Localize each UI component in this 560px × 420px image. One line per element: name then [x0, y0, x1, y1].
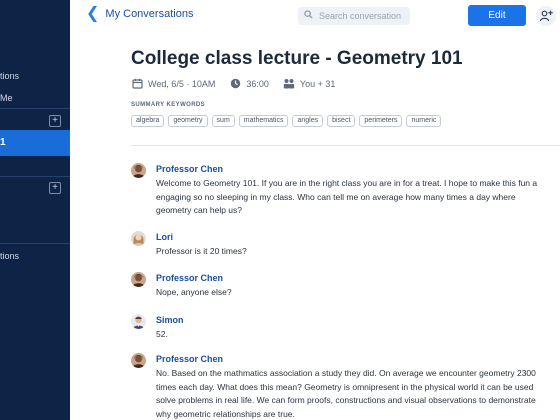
sidebar-divider: [0, 243, 70, 244]
keyword-chip[interactable]: mathematics: [238, 115, 289, 127]
sidebar-item-label: tions: [0, 71, 20, 81]
keyword-chip[interactable]: geometry: [168, 115, 208, 127]
chevron-left-icon: ❮: [86, 5, 100, 22]
speaker-name: Professor Chen: [156, 354, 224, 364]
clock-icon: [229, 78, 241, 90]
keyword-chip[interactable]: angles: [292, 115, 324, 127]
app-window: tions Me + 1 + tions ❮ My Conversations …: [0, 0, 560, 420]
speaker-name: Professor Chen: [156, 164, 224, 174]
sidebar-divider: [0, 108, 70, 109]
message-text[interactable]: Nope, anyone else?: [156, 286, 560, 300]
page-title: College class lecture - Geometry 101: [131, 48, 463, 69]
date-info: Wed, 6/5 · 10AM: [131, 78, 215, 90]
back-label: My Conversations: [105, 8, 194, 20]
edit-button[interactable]: Edit: [468, 5, 526, 26]
message-line: Welcome to Geometry 101. If you are in t…: [156, 178, 538, 188]
message-line: solve problems in real life. We can form…: [156, 395, 536, 405]
message-line: Nope, anyone else?: [156, 287, 232, 297]
message-line: engaging so no sleeping in my class. Who…: [156, 191, 516, 202]
conversation-meta: Wed, 6/5 · 10AM 36:00 You + 31: [131, 78, 349, 90]
back-link[interactable]: ❮ My Conversations: [86, 5, 194, 22]
calendar-icon: [131, 78, 143, 90]
sidebar-divider: [0, 176, 70, 177]
keyword-chips: algebra geometry sum mathematics angles …: [131, 115, 445, 127]
top-bar: ❮ My Conversations Search conversation E…: [70, 0, 560, 32]
sidebar-item-label: Me: [0, 93, 13, 103]
participants-info: You + 31: [283, 78, 335, 90]
speaker-name: Lori: [156, 232, 173, 242]
avatar: [131, 314, 146, 329]
keyword-chip[interactable]: bisect: [327, 115, 356, 127]
search-placeholder: Search conversation: [319, 11, 402, 21]
sidebar-item-conversations[interactable]: tions: [0, 71, 19, 81]
message-text[interactable]: Welcome to Geometry 101. If you are in t…: [156, 177, 560, 218]
message-line: 52.: [156, 329, 168, 339]
message-text[interactable]: 52.: [156, 328, 560, 342]
message-line: geometry can help us?: [156, 205, 242, 215]
sidebar-add-button[interactable]: +: [49, 182, 61, 194]
header-divider: [131, 145, 560, 146]
avatar: [131, 163, 146, 178]
sidebar-item-label: tions: [0, 251, 20, 261]
keyword-chip[interactable]: perimeters: [359, 115, 403, 127]
duration-text: 36:00: [246, 79, 269, 89]
message-line: why geometric relationships are true.: [156, 408, 295, 419]
sidebar-item-active[interactable]: 1: [0, 130, 70, 156]
sidebar-item-shared-conversations[interactable]: tions: [0, 251, 19, 261]
sidebar-item-me[interactable]: Me: [0, 93, 13, 103]
speaker-name: Simon: [156, 315, 184, 325]
sidebar: tions Me + 1 + tions: [0, 0, 70, 420]
participants-text: You + 31: [299, 79, 336, 89]
people-icon: [283, 78, 295, 90]
date-text: Wed, 6/5 · 10AM: [148, 79, 216, 89]
search-icon: [304, 10, 313, 22]
avatar: [131, 231, 146, 246]
message-text[interactable]: No. Based on the mathmatics association …: [156, 367, 560, 420]
add-user-icon: [539, 10, 553, 22]
speaker-name: Professor Chen: [156, 273, 224, 283]
keyword-chip[interactable]: sum: [211, 115, 235, 127]
keyword-chip[interactable]: algebra: [131, 115, 165, 127]
sidebar-add-button[interactable]: +: [49, 115, 61, 127]
message-text[interactable]: Professor is it 20 times?: [156, 245, 560, 259]
add-user-button[interactable]: [536, 6, 556, 26]
duration-info: 36:00: [229, 78, 269, 90]
message-line: Professor is it 20 times?: [156, 246, 247, 256]
keyword-chip[interactable]: numeric: [406, 115, 442, 127]
avatar: [131, 353, 146, 368]
message-line: times each day. What does this mean? Geo…: [156, 381, 534, 392]
keywords-label: SUMMARY KEYWORDS: [131, 102, 206, 108]
search-input[interactable]: Search conversation: [298, 7, 410, 25]
sidebar-item-label: 1: [0, 137, 6, 148]
message-line: No. Based on the mathmatics association …: [156, 368, 536, 378]
avatar: [131, 272, 146, 287]
